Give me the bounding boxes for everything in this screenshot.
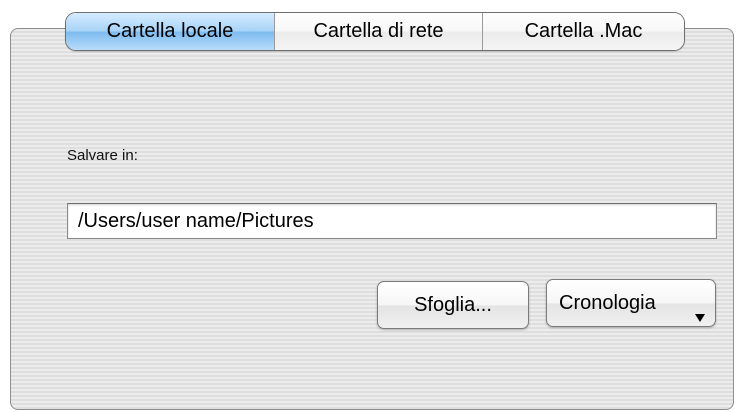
triangle-down-icon [695,314,705,322]
browse-button[interactable]: Sfoglia... [377,281,529,329]
history-button-label: Cronologia [559,292,656,314]
tab-mac-folder[interactable]: Cartella .Mac [482,13,684,50]
tab-network-folder[interactable]: Cartella di rete [274,13,482,50]
tab-local-folder[interactable]: Cartella locale [66,13,274,50]
save-in-label: Salvare in: [67,147,138,164]
tab-strip: Cartella locale Cartella di rete Cartell… [65,12,685,51]
save-path-field[interactable]: /Users/user name/Pictures [67,203,717,239]
history-popup-button[interactable]: Cronologia [546,279,716,327]
folder-settings-pane: Salvare in: /Users/user name/Pictures Sf… [0,0,736,414]
tab-view-panel: Salvare in: /Users/user name/Pictures Sf… [10,28,734,410]
